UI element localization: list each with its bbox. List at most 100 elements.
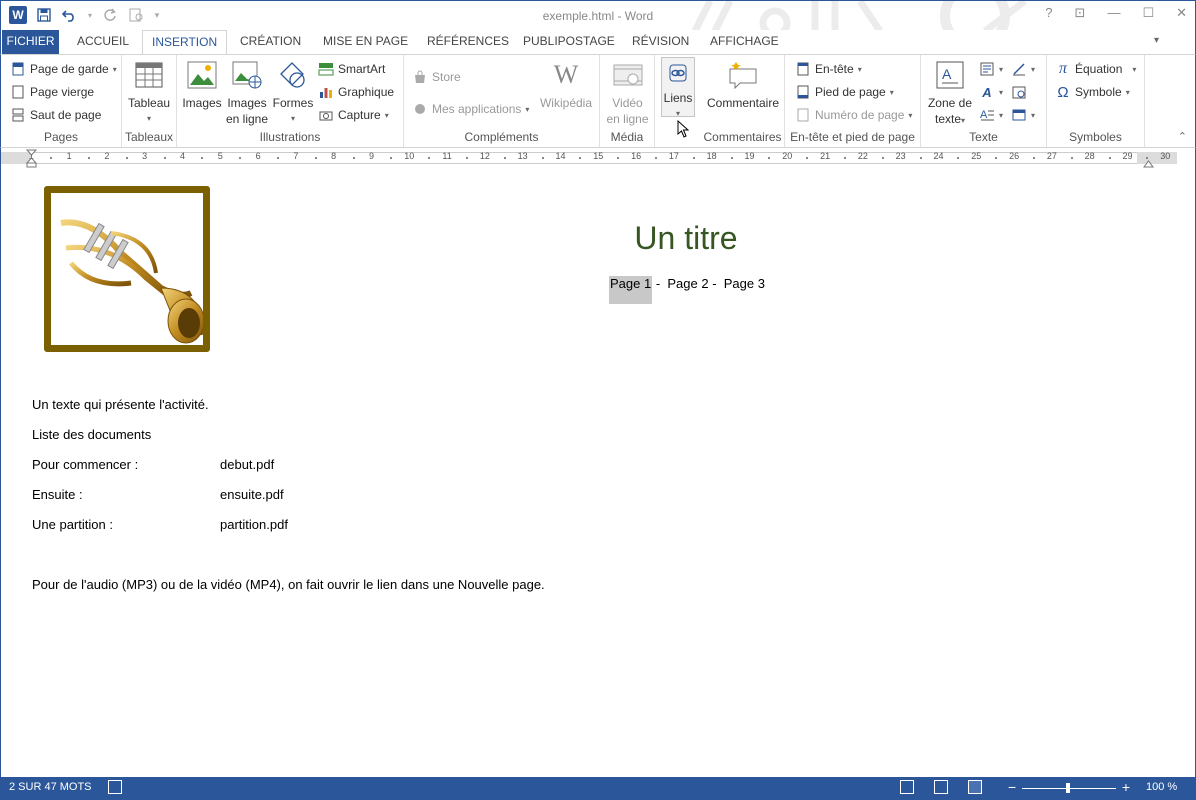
object-button[interactable]: ▾ <box>1011 105 1035 125</box>
page-link-2[interactable]: Page 2 <box>667 276 708 304</box>
pied-de-page-button[interactable]: Pied de page ▾ <box>795 82 894 102</box>
lettrine-button[interactable]: A ▾ <box>979 105 1003 125</box>
ruler-tick <box>390 157 393 159</box>
ruler-tick <box>125 157 128 159</box>
tableau-button[interactable]: Tableau ▾ <box>128 59 170 127</box>
page-links: Page 1 - Page 2 - Page 3 <box>609 276 765 304</box>
wordart-button[interactable]: A ▾ <box>979 82 1003 102</box>
tab-affichage[interactable]: AFFICHAGE <box>701 30 788 54</box>
tab-revision[interactable]: RÉVISION <box>623 30 698 54</box>
signature-line-button[interactable]: ▾ <box>1011 59 1035 79</box>
formes-button[interactable]: Formes ▾ <box>271 59 315 127</box>
liens-button[interactable]: Liens ▾ <box>661 57 695 118</box>
symbole-button[interactable]: Ω Symbole ▾ <box>1055 82 1130 102</box>
images-button[interactable]: Images <box>181 59 223 111</box>
maximize-button[interactable]: ☐ <box>1142 5 1154 21</box>
saut-de-page-button[interactable]: Saut de page <box>10 105 101 125</box>
zoom-thumb[interactable] <box>1066 783 1070 793</box>
group-label-texte: Texte <box>969 130 998 144</box>
ribbon: Page de garde ▾ Page vierge Saut de page … <box>0 54 1196 209</box>
trumpet-image[interactable] <box>44 186 210 352</box>
tab-references[interactable]: RÉFÉRENCES <box>418 30 518 54</box>
ruler-tick <box>503 157 506 159</box>
text-box-icon: A <box>934 59 966 91</box>
chevron-down-icon: ▾ <box>1125 87 1130 97</box>
ruler-number: 16 <box>631 151 642 161</box>
smartart-button[interactable]: SmartArt <box>318 59 385 79</box>
chevron-down-icon: ▾ <box>1132 64 1137 74</box>
tab-creation[interactable]: CRÉATION <box>231 30 310 54</box>
proofing-icon[interactable] <box>108 780 122 794</box>
print-layout-icon[interactable] <box>934 780 948 794</box>
ruler-tick <box>352 157 355 159</box>
video-en-ligne-button[interactable]: Vidéo en ligne <box>604 59 651 127</box>
chevron-down-icon: ▾ <box>908 110 913 120</box>
group-label-media: Média <box>610 130 644 144</box>
ruler-number: 18 <box>706 151 717 161</box>
ruler-tick <box>806 157 809 159</box>
omega-icon: Ω <box>1057 83 1069 101</box>
ribbon-display-options-icon[interactable]: ⊡ <box>1075 5 1086 21</box>
equation-button[interactable]: π Équation ▾ <box>1055 59 1136 79</box>
document-area[interactable]: Un titre Page 1 - Page 2 - Page 3 Un tex… <box>0 168 1196 777</box>
page-link-3[interactable]: Page 3 <box>724 276 765 304</box>
zone-de-texte-button[interactable]: A Zone de texte▾ <box>925 59 975 129</box>
web-layout-icon[interactable] <box>968 780 982 794</box>
header-icon <box>795 61 811 77</box>
tab-fichier[interactable]: FICHIER <box>2 30 59 54</box>
group-label-tableaux: Tableaux <box>124 130 174 144</box>
ruler-tick <box>239 157 242 159</box>
account-dropdown-icon[interactable]: ▾ <box>1154 35 1159 46</box>
ruler-number: 12 <box>479 151 490 161</box>
footer-paragraph: Pour de l'audio (MP3) ou de la vidéo (MP… <box>32 577 545 592</box>
read-mode-icon[interactable] <box>900 780 914 794</box>
pi-icon: π <box>1058 60 1067 77</box>
zoom-in-icon[interactable]: + <box>1122 779 1130 795</box>
file-link[interactable]: debut.pdf <box>220 457 274 472</box>
ruler-tick <box>201 157 204 159</box>
page-break-icon <box>10 107 26 123</box>
file-link[interactable]: partition.pdf <box>220 517 288 532</box>
ruler-tick <box>692 157 695 159</box>
tab-accueil[interactable]: ACCUEIL <box>68 30 138 54</box>
page-vierge-button[interactable]: Page vierge <box>10 82 94 102</box>
ruler-tick <box>541 157 544 159</box>
ruler-number: 17 <box>668 151 679 161</box>
page-link-1[interactable]: Page 1 <box>609 276 653 304</box>
images-en-ligne-button[interactable]: Images en ligne <box>225 59 269 127</box>
close-button[interactable]: ✕ <box>1176 5 1187 21</box>
file-link[interactable]: ensuite.pdf <box>220 487 284 502</box>
zoom-out-icon[interactable]: − <box>1008 779 1016 795</box>
chevron-down-icon: ▾ <box>146 114 151 123</box>
numero-de-page-button[interactable]: Numéro de page ▾ <box>795 105 912 125</box>
zoom-level[interactable]: 100 % <box>1146 781 1177 793</box>
ribbon-tabs: FICHIER ACCUEIL INSERTION CRÉATION MISE … <box>0 30 1196 55</box>
graphique-button[interactable]: Graphique <box>318 82 394 102</box>
entete-button[interactable]: En-tête ▾ <box>795 59 862 79</box>
tab-publipostage[interactable]: PUBLIPOSTAGE <box>514 30 624 54</box>
capture-button[interactable]: Capture ▾ <box>318 105 389 125</box>
ruler-tick <box>768 157 771 159</box>
tab-mise-en-page[interactable]: MISE EN PAGE <box>314 30 417 54</box>
ruler-tick <box>88 157 90 159</box>
chevron-down-icon: ▾ <box>1031 64 1036 74</box>
ruler-tick <box>277 157 279 159</box>
link-icon <box>665 60 691 86</box>
help-button[interactable]: ? <box>1045 5 1052 21</box>
minimize-button[interactable]: — <box>1107 5 1120 21</box>
mes-applications-button[interactable]: Mes applications ▾ <box>412 99 529 119</box>
page-de-garde-button[interactable]: Page de garde ▾ <box>10 59 117 79</box>
word-count[interactable]: 2 SUR 47 MOTS <box>9 781 92 793</box>
zoom-slider[interactable]: − + <box>1008 779 1130 796</box>
chevron-down-icon: ▾ <box>961 116 966 125</box>
tab-insertion[interactable]: INSERTION <box>142 30 228 55</box>
chevron-down-icon: ▾ <box>290 114 295 123</box>
collapse-ribbon-icon[interactable]: ⌃ <box>1178 130 1187 143</box>
chevron-down-icon: ▾ <box>112 64 117 74</box>
quickparts-button[interactable]: ▾ <box>979 59 1003 79</box>
wikipedia-button[interactable]: W Wikipédia <box>536 59 596 111</box>
blank-page-icon <box>10 84 26 100</box>
date-time-button[interactable] <box>1011 82 1027 102</box>
store-button[interactable]: Store <box>412 67 461 87</box>
commentaire-button[interactable]: Commentaire <box>705 59 781 111</box>
